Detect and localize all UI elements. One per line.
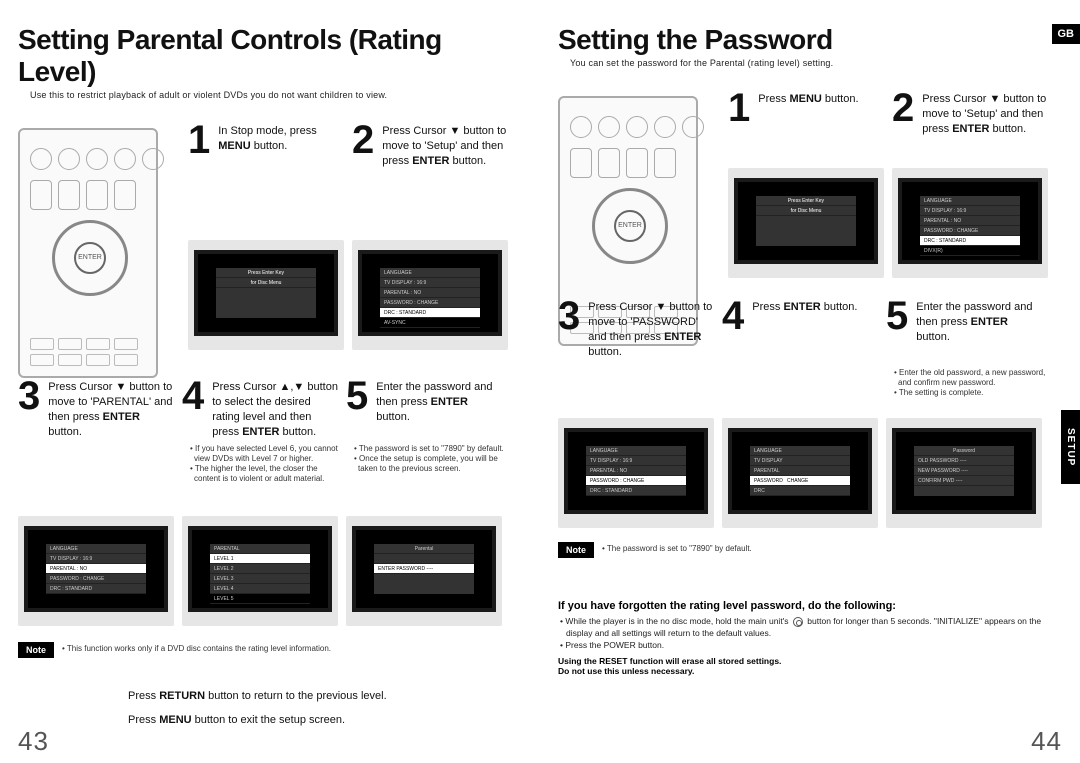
stop-icon <box>793 617 803 627</box>
tv-screen: Press Enter Keyfor Disc Menu <box>188 240 344 350</box>
page-right: GB Setting the Password You can set the … <box>540 0 1080 763</box>
reset-warning-2: Do not use this unless necessary. <box>558 666 1062 676</box>
tv-screen: Press Enter Keyfor Disc Menu <box>728 168 884 278</box>
step-2-text: Press Cursor ▼ button to move to 'Setup'… <box>382 120 508 169</box>
step-r3-text: Press Cursor ▼ button to move to 'PASSWO… <box>588 296 714 359</box>
return-instruction: Press RETURN button to return to the pre… <box>128 690 387 702</box>
note-label: Note <box>558 542 594 558</box>
step-r2-text: Press Cursor ▼ button to move to 'Setup'… <box>922 88 1048 137</box>
page-title-right: Setting the Password <box>558 24 1062 56</box>
page-number-right: 44 <box>1031 726 1062 757</box>
step-r4: 4 Press ENTER button. <box>722 296 878 359</box>
step-5-text: Enter the password and then press ENTER … <box>376 376 502 439</box>
step-4-text: Press Cursor ▲,▼ button to select the de… <box>212 376 338 439</box>
step-2: 2 Press Cursor ▼ button to move to 'Setu… <box>352 120 508 169</box>
tv-screen: LANGUAGETV DISPLAY : 16:9PARENTAL : NOPA… <box>558 418 714 528</box>
page-title-left: Setting Parental Controls (Rating Level) <box>18 24 522 88</box>
forgot-bullet-1: While the player is in the no disc mode,… <box>565 616 1041 638</box>
tv-screen: PARENTALLEVEL 1LEVEL 2LEVEL 3LEVEL 4LEVE… <box>182 516 338 626</box>
tv-screen: LANGUAGETV DISPLAYPARENTALPASSWORD CHANG… <box>722 418 878 528</box>
step-r2: 2 Press Cursor ▼ button to move to 'Setu… <box>892 88 1048 137</box>
page-sub-right: You can set the password for the Parenta… <box>570 58 1062 68</box>
tv-screen: LANGUAGETV DISPLAY : 16:9PARENTAL : NOPA… <box>352 240 508 350</box>
page-number-left: 43 <box>18 726 49 757</box>
step-1: 1 In Stop mode, press MENU button. <box>188 120 344 169</box>
step-3: 3 Press Cursor ▼ button to move to 'PARE… <box>18 376 174 439</box>
step-r1-text: Press MENU button. <box>758 88 858 137</box>
tv-screen: Parental ENTER PASSWORD ---- <box>346 516 502 626</box>
tv-screen: LANGUAGETV DISPLAY : 16:9PARENTAL : NOPA… <box>18 516 174 626</box>
step-1-text: In Stop mode, press MENU button. <box>218 120 344 169</box>
step-r5-notes: Enter the old password, a new password, … <box>892 368 1048 398</box>
step-r5-text: Enter the password and then press ENTER … <box>916 296 1042 359</box>
page-note: This function works only if a DVD disc c… <box>60 644 331 654</box>
step-4-notes: If you have selected Level 6, you cannot… <box>188 444 344 484</box>
tv-screen: LANGUAGETV DISPLAY : 16:9PARENTAL : NOPA… <box>892 168 1048 278</box>
page-left: Setting Parental Controls (Rating Level)… <box>0 0 540 763</box>
step-4: 4 Press Cursor ▲,▼ button to select the … <box>182 376 338 439</box>
note-label: Note <box>18 642 54 658</box>
remote-illustration: ENTER <box>18 128 158 378</box>
step-r3: 3 Press Cursor ▼ button to move to 'PASS… <box>558 296 714 359</box>
step-r4-text: Press ENTER button. <box>752 296 857 359</box>
page-sub-left: Use this to restrict playback of adult o… <box>30 90 522 100</box>
step-3-text: Press Cursor ▼ button to move to 'PARENT… <box>48 376 174 439</box>
side-tab-setup: SETUP <box>1061 410 1080 484</box>
step-5: 5 Enter the password and then press ENTE… <box>346 376 502 439</box>
step-r1: 1 Press MENU button. <box>728 88 884 137</box>
forgot-title: If you have forgotten the rating level p… <box>558 600 1062 612</box>
page-note-right: The password is set to "7890" by default… <box>600 544 752 554</box>
menuexit-instruction: Press MENU button to exit the setup scre… <box>128 714 387 726</box>
region-badge: GB <box>1052 24 1080 44</box>
step-5-notes: The password is set to "7890" by default… <box>352 444 508 474</box>
reset-warning-1: Using the RESET function will erase all … <box>558 656 1062 666</box>
tv-screen: PasswordOLD PASSWORD ----NEW PASSWORD --… <box>886 418 1042 528</box>
forgot-bullets: While the player is in the no disc mode,… <box>558 616 1062 652</box>
step-r5: 5 Enter the password and then press ENTE… <box>886 296 1042 359</box>
